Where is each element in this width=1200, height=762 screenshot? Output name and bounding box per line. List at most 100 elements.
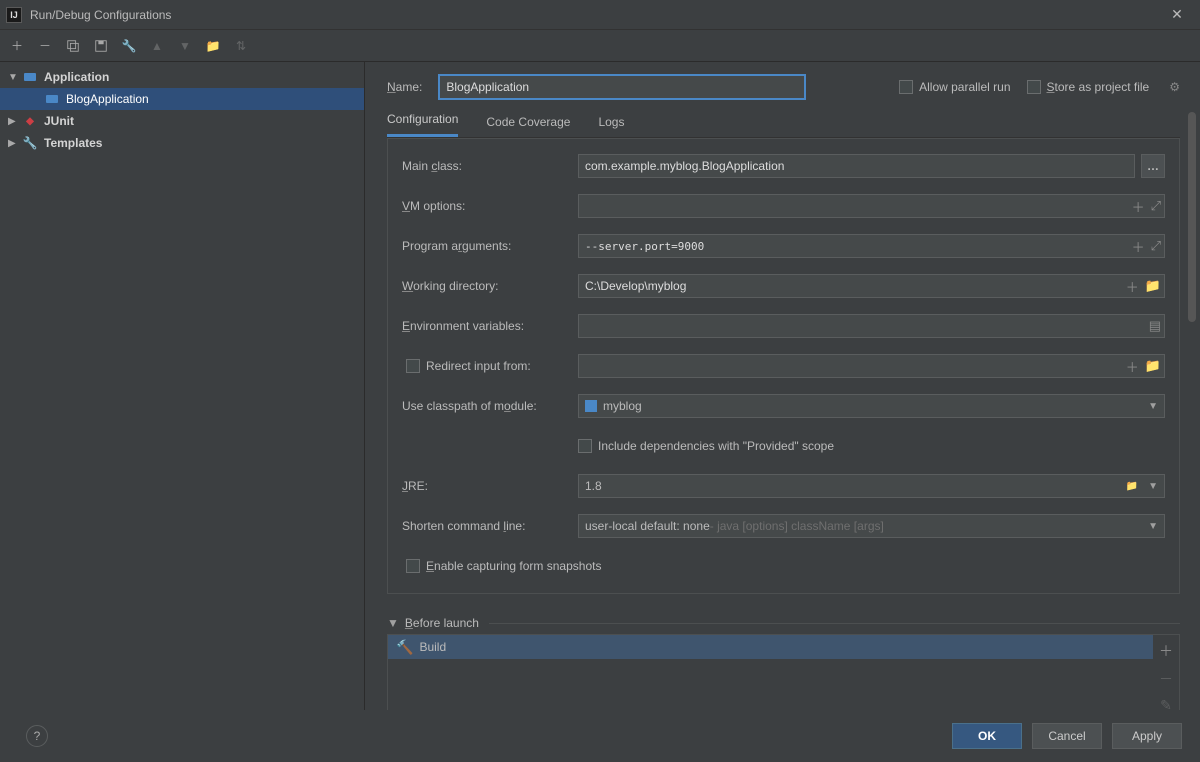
gear-icon[interactable]: ⚙ — [1169, 80, 1180, 94]
tab-code-coverage[interactable]: Code Coverage — [486, 115, 570, 137]
sort-button[interactable]: ⇅ — [232, 37, 250, 55]
main-class-label: Main class: — [402, 159, 578, 173]
snapshots-label: Enable capturing form snapshots — [426, 559, 601, 573]
tab-configuration[interactable]: Configuration — [387, 112, 458, 137]
folder-button[interactable]: 📁 — [204, 37, 222, 55]
module-icon — [585, 400, 597, 412]
hammer-icon: 🔨 — [396, 639, 413, 656]
main-class-input[interactable] — [578, 154, 1135, 178]
env-vars-label: Environment variables: — [402, 319, 578, 333]
chevron-down-icon: ▼ — [1148, 521, 1158, 532]
classpath-value: myblog — [603, 399, 642, 413]
apply-button[interactable]: Apply — [1112, 723, 1182, 749]
classpath-select[interactable]: myblog ▼ — [578, 394, 1165, 418]
vm-options-input[interactable] — [578, 194, 1165, 218]
env-vars-input[interactable] — [578, 314, 1165, 338]
shorten-label: Shorten command line: — [402, 519, 578, 533]
down-button[interactable]: ▼ — [176, 37, 194, 55]
folder-icon[interactable]: 📁 — [1145, 278, 1161, 294]
app-icon: IJ — [6, 7, 22, 23]
before-launch-item-build[interactable]: 🔨 Build — [388, 635, 1153, 659]
dialog-footer: ? OK Cancel Apply — [0, 710, 1200, 762]
vm-options-label: VM options: — [402, 199, 578, 213]
folder-icon[interactable]: 📁 — [1145, 358, 1161, 374]
save-button[interactable] — [92, 37, 110, 55]
shorten-hint: - java [options] className [args] — [710, 519, 884, 533]
browse-main-class-button[interactable]: … — [1141, 154, 1165, 178]
folder-icon[interactable]: 📁 — [1126, 481, 1138, 492]
toolbar: ＋ － 🔧 ▲ ▼ 📁 ⇅ — [0, 30, 1200, 62]
jre-select[interactable]: 1.8 📁 ▼ — [578, 474, 1165, 498]
scrollbar[interactable] — [1188, 112, 1196, 702]
config-tree: ▼ Application BlogApplication ▶ ◆ JUnit … — [0, 62, 365, 710]
plus-icon[interactable]: ＋ — [1132, 197, 1145, 216]
wrench-icon[interactable]: 🔧 — [120, 37, 138, 55]
tree-node-junit[interactable]: ▶ ◆ JUnit — [0, 110, 364, 132]
ok-button[interactable]: OK — [952, 723, 1022, 749]
working-dir-input[interactable] — [578, 274, 1165, 298]
tabs: Configuration Code Coverage Logs — [387, 112, 1180, 138]
expand-icon[interactable]: ⤢ — [1151, 238, 1161, 254]
checkbox-icon — [406, 359, 420, 373]
tree-node-application[interactable]: ▼ Application — [0, 66, 364, 88]
redirect-input-checkbox[interactable]: Redirect input from: — [402, 359, 578, 373]
edit-task-button[interactable]: ✎ — [1160, 697, 1172, 710]
before-launch-label: Before launch — [405, 616, 479, 630]
build-label: Build — [419, 640, 446, 654]
expand-icon[interactable]: ⤢ — [1151, 198, 1161, 214]
chevron-right-icon: ▶ — [8, 138, 22, 149]
cancel-button[interactable]: Cancel — [1032, 723, 1102, 749]
add-button[interactable]: ＋ — [8, 37, 26, 55]
close-icon[interactable]: ✕ — [1160, 6, 1194, 23]
chevron-down-icon: ▼ — [1148, 481, 1158, 492]
junit-icon: ◆ — [22, 113, 38, 129]
jre-value: 1.8 — [585, 479, 602, 493]
provided-scope-label: Include dependencies with "Provided" sco… — [598, 439, 834, 453]
name-input[interactable] — [438, 74, 806, 100]
checkbox-icon — [899, 80, 913, 94]
help-button[interactable]: ? — [26, 725, 48, 747]
redirect-input-label: Redirect input from: — [426, 359, 531, 373]
provided-scope-checkbox[interactable]: Include dependencies with "Provided" sco… — [578, 439, 834, 453]
checkbox-icon — [1027, 80, 1041, 94]
checkbox-icon — [578, 439, 592, 453]
chevron-down-icon: ▼ — [8, 72, 22, 83]
snapshots-checkbox[interactable]: Enable capturing form snapshots — [402, 559, 601, 573]
jre-label: JRE: — [402, 479, 578, 493]
program-args-input[interactable] — [578, 234, 1165, 258]
plus-icon[interactable]: ＋ — [1126, 357, 1139, 376]
plus-icon[interactable]: ＋ — [1126, 277, 1139, 296]
tree-label: JUnit — [44, 114, 74, 128]
program-args-label: Program arguments: — [402, 239, 578, 253]
chevron-right-icon: ▶ — [8, 116, 22, 127]
application-icon — [22, 69, 38, 85]
tab-logs[interactable]: Logs — [598, 115, 624, 137]
checkbox-icon — [406, 559, 420, 573]
shorten-select[interactable]: user-local default: none - java [options… — [578, 514, 1165, 538]
add-task-button[interactable]: ＋ — [1159, 641, 1173, 661]
up-button[interactable]: ▲ — [148, 37, 166, 55]
store-project-checkbox[interactable]: Store as project file — [1027, 80, 1150, 94]
remove-task-button[interactable]: － — [1159, 669, 1173, 689]
remove-button[interactable]: － — [36, 37, 54, 55]
tree-node-blogapplication[interactable]: BlogApplication — [0, 88, 364, 110]
copy-button[interactable] — [64, 37, 82, 55]
plus-icon[interactable]: ＋ — [1132, 237, 1145, 256]
chevron-down-icon[interactable]: ▼ — [387, 616, 399, 630]
redirect-input-field[interactable] — [578, 354, 1165, 378]
classpath-label: Use classpath of module: — [402, 399, 578, 413]
name-label: Name: — [387, 80, 422, 94]
wrench-icon: 🔧 — [22, 135, 38, 151]
allow-parallel-label: Allow parallel run — [919, 80, 1010, 94]
tree-node-templates[interactable]: ▶ 🔧 Templates — [0, 132, 364, 154]
chevron-down-icon: ▼ — [1148, 401, 1158, 412]
titlebar: IJ Run/Debug Configurations ✕ — [0, 0, 1200, 30]
config-form: Main class: … VM options: ＋ ⤢ Program arg… — [387, 138, 1180, 594]
list-icon[interactable]: ▤ — [1149, 318, 1161, 334]
shorten-value: user-local default: none — [585, 519, 710, 533]
tree-label: BlogApplication — [66, 92, 149, 106]
application-icon — [44, 91, 60, 107]
before-launch-list: 🔨 Build ＋ － ✎ — [387, 634, 1180, 710]
allow-parallel-checkbox[interactable]: Allow parallel run — [899, 80, 1010, 94]
tree-label: Templates — [44, 136, 102, 150]
